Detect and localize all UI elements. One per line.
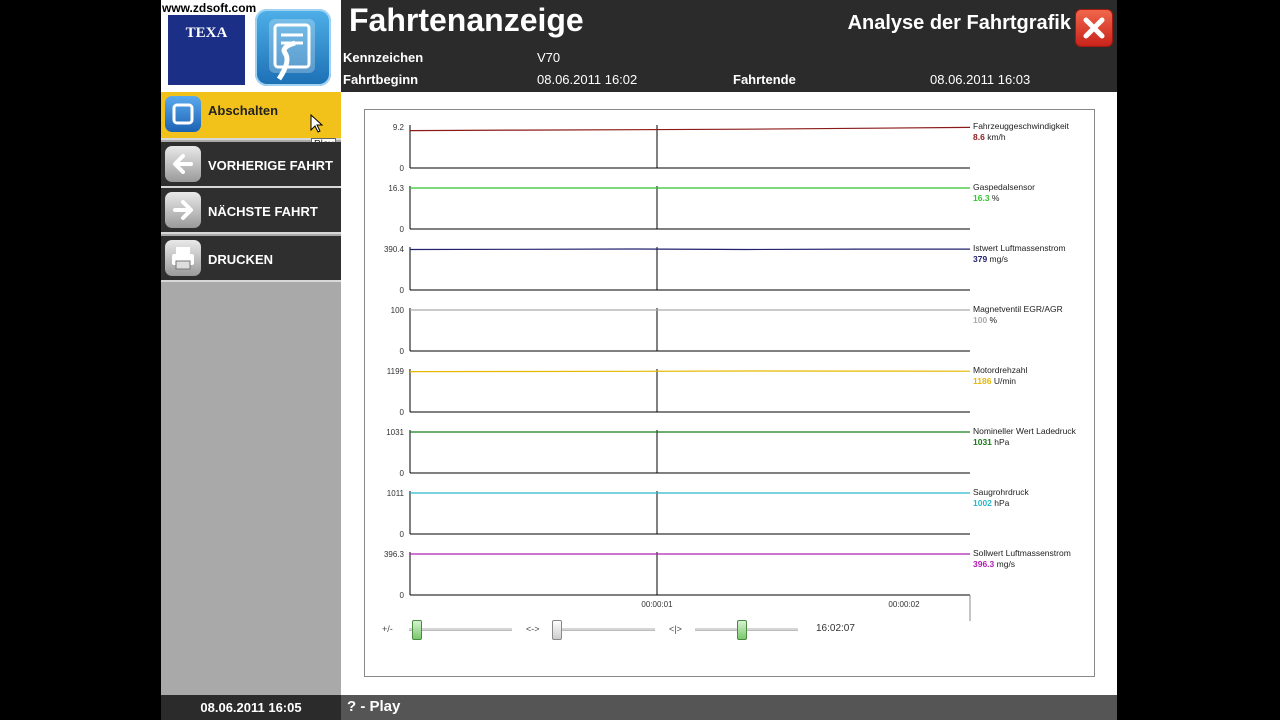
- series-value: 100: [973, 315, 987, 325]
- series-value-label: 8.6 km/h: [973, 132, 1006, 142]
- series-line: [409, 370, 971, 373]
- series-value: 16.3: [973, 193, 990, 203]
- app-window: www.zdsoft.com TEXA Fahrtenanzeige Analy…: [161, 0, 1117, 720]
- series-unit: %: [987, 315, 997, 325]
- status-text: ? - Play: [347, 698, 401, 715]
- y-tick-min: 0: [400, 347, 405, 356]
- texa-logo: TEXA: [168, 15, 245, 85]
- series-name: Magnetventil EGR/AGR: [973, 304, 1063, 314]
- mouse-cursor-icon: [310, 114, 324, 133]
- zoom-slider-label: +/-: [382, 624, 393, 634]
- series-unit: mg/s: [987, 254, 1008, 264]
- trip-viewer-app-icon: [255, 9, 331, 86]
- series-unit: km/h: [985, 132, 1006, 142]
- close-button[interactable]: [1075, 9, 1113, 47]
- y-tick-max: 1199: [387, 367, 405, 376]
- y-tick-max: 9.2: [393, 123, 405, 132]
- series-value: 1186: [973, 376, 992, 386]
- series-name: Fahrzeuggeschwindigkeit: [973, 121, 1070, 131]
- series-line: [409, 248, 970, 251]
- sidebar-item-print[interactable]: DRUCKEN: [161, 236, 341, 282]
- sidebar-item-label: VORHERIGE FAHRT: [208, 158, 333, 173]
- close-icon: [1083, 17, 1105, 39]
- series-value: 379: [973, 254, 987, 264]
- series-unit: mg/s: [994, 559, 1015, 569]
- series-value-label: 100 %: [973, 315, 998, 325]
- series-name: Sollwert Luftmassenstrom: [973, 548, 1071, 558]
- y-tick-max: 390.4: [384, 245, 405, 254]
- series-name: Saugrohrdruck: [973, 487, 1030, 497]
- y-tick-min: 0: [400, 164, 405, 173]
- arrow-right-icon: [165, 192, 201, 228]
- sidebar-item-next-trip[interactable]: NÄCHSTE FAHRT: [161, 188, 341, 234]
- y-tick-min: 0: [400, 225, 405, 234]
- abschalten-button[interactable]: Abschalten Play: [161, 92, 341, 151]
- y-tick-max: 1011: [387, 489, 405, 498]
- current-datetime: 08.06.2011 16:05: [161, 695, 341, 720]
- series-unit: hPa: [992, 437, 1010, 447]
- trip-chart: 9.2 0 Fahrzeuggeschwindigkeit8.6 km/h 16.3 0…: [384, 121, 1077, 621]
- kennzeichen-value: V70: [537, 50, 561, 65]
- series-value: 1031: [973, 437, 992, 447]
- stop-icon: [165, 96, 201, 132]
- series-unit: %: [990, 193, 1000, 203]
- zoom-slider-thumb[interactable]: [412, 620, 422, 640]
- y-tick-min: 0: [400, 469, 405, 478]
- x-tick-label: 00:00:02: [888, 600, 920, 609]
- header-bar: Fahrtenanzeige Analyse der Fahrtgrafik K…: [341, 0, 1117, 92]
- series-name: Motordrehzahl: [973, 365, 1027, 375]
- sidebar-item-label: DRUCKEN: [208, 252, 273, 267]
- series-value-label: 396.3 mg/s: [973, 559, 1015, 569]
- series-value: 8.6: [973, 132, 985, 142]
- y-tick-max: 16.3: [388, 184, 404, 193]
- fahrtende-value: 08.06.2011 16:03: [930, 72, 1031, 87]
- watermark-text: www.zdsoft.com: [162, 1, 257, 15]
- arrow-left-icon: [165, 146, 201, 182]
- series-unit: U/min: [991, 376, 1016, 386]
- y-tick-min: 0: [400, 408, 405, 417]
- logo-area: www.zdsoft.com TEXA: [161, 0, 341, 92]
- kennzeichen-label: Kennzeichen: [343, 50, 424, 65]
- series-name: Gaspedalsensor: [973, 182, 1035, 192]
- range-slider-label: <->: [526, 624, 540, 634]
- y-tick-max: 1031: [386, 428, 404, 437]
- position-slider-thumb[interactable]: [737, 620, 747, 640]
- printer-icon: [165, 240, 201, 276]
- range-slider-track[interactable]: [552, 628, 655, 631]
- status-bar: ? - Play: [341, 695, 1117, 720]
- fahrtende-label: Fahrtende: [733, 72, 796, 87]
- time-readout: 16:02:07: [816, 623, 855, 634]
- series-name: Nomineller Wert Ladedruck: [973, 426, 1077, 436]
- y-tick-max: 396.3: [384, 550, 405, 559]
- series-unit: hPa: [992, 498, 1010, 508]
- sidebar-item-label: Abschalten: [208, 103, 279, 118]
- sidebar: Abschalten Play VORHERIGE FAHRT NÄCHSTE …: [161, 92, 341, 695]
- fahrtbeginn-value: 08.06.2011 16:02: [537, 72, 638, 87]
- trip-chart-panel: 9.2 0 Fahrzeuggeschwindigkeit 8.6 km/h 16.3 0…: [364, 109, 1095, 677]
- zoom-slider-track[interactable]: [409, 628, 512, 631]
- y-tick-min: 0: [400, 591, 405, 600]
- series-value-label: 1186 U/min: [973, 376, 1016, 386]
- range-slider-thumb[interactable]: [552, 620, 562, 640]
- series-name: Istwert Luftmassenstrom: [973, 243, 1066, 253]
- page-subtitle: Analyse der Fahrtgrafik: [847, 12, 1071, 34]
- series-value-label: 16.3 %: [973, 193, 1000, 203]
- series-value: 396.3: [973, 559, 995, 569]
- series-line: [409, 126, 971, 132]
- position-slider-label: <|>: [669, 624, 682, 634]
- y-tick-min: 0: [400, 286, 405, 295]
- y-tick-min: 0: [400, 530, 405, 539]
- series-value-label: 379 mg/s: [973, 254, 1008, 264]
- series-value-label: 1002 hPa: [973, 498, 1010, 508]
- sidebar-item-previous-trip[interactable]: VORHERIGE FAHRT: [161, 142, 341, 188]
- x-tick-label: 00:00:01: [641, 600, 673, 609]
- series-value: 1002: [973, 498, 992, 508]
- fahrtbeginn-label: Fahrtbeginn: [343, 72, 419, 87]
- page-title: Fahrtenanzeige: [349, 2, 584, 38]
- sidebar-item-label: NÄCHSTE FAHRT: [208, 204, 318, 219]
- series-value-label: 1031 hPa: [973, 437, 1010, 447]
- y-tick-max: 100: [391, 306, 405, 315]
